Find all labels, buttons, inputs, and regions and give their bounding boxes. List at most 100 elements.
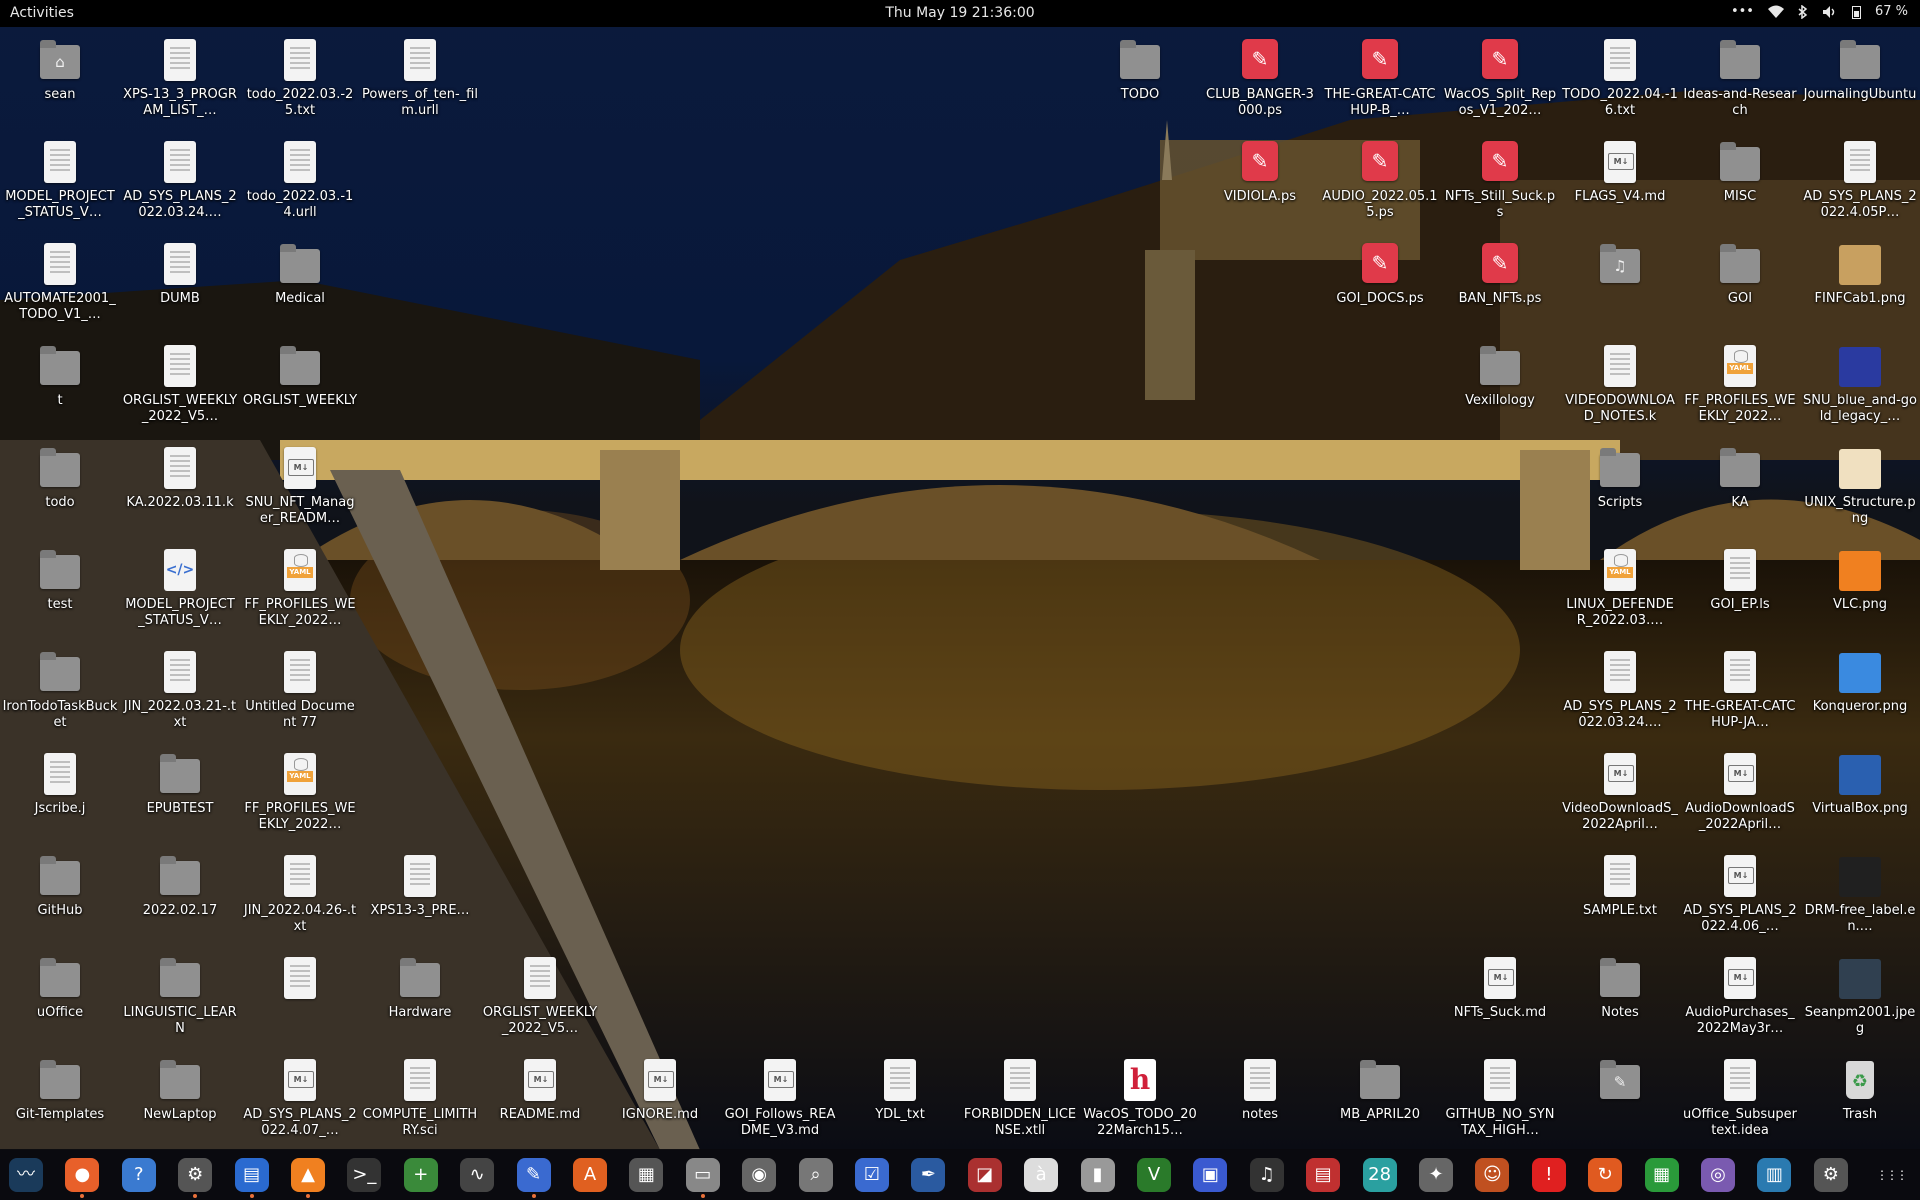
desktop-icon-orglist-weekly-2022-v5[interactable]: ORGLIST_WEEKLY_2022_V5… [482,953,598,1049]
desktop-icon-powers-of-ten-film-urll[interactable]: Powers_of_ten-_film.urll [362,35,478,131]
dock-system-monitor-icon[interactable]: 〰 [9,1158,43,1192]
desktop-icon-linguistic-learn[interactable]: LINGUISTIC_LEARN [122,953,238,1049]
bluetooth-icon[interactable] [1798,4,1808,19]
desktop-icon-ad-sys-plans-2022-4-07[interactable]: M↓ AD_SYS_PLANS_2022.4.07_… [242,1055,358,1151]
desktop-icon-goi-ep-ls[interactable]: GOI_EP.ls [1682,545,1798,641]
dock-ubuntu-updater-icon[interactable]: ↻ [1588,1158,1623,1192]
dock-spreadsheet-icon[interactable]: ▦ [1644,1158,1679,1192]
desktop-icon-vexillology[interactable]: Vexillology [1442,341,1558,437]
desktop-icon-readme-md[interactable]: M↓ README.md [482,1055,598,1151]
desktop-icon-sample-txt[interactable]: SAMPLE.txt [1562,851,1678,947]
desktop-icon-ignore-md[interactable]: M↓ IGNORE.md [602,1055,718,1151]
desktop-icon-audiodownloads-2022april[interactable]: M↓ AudioDownloadS_2022April… [1682,749,1798,845]
dock-charts-app-icon[interactable]: ▥ [1757,1158,1792,1192]
dock-calendar-icon[interactable]: 28 [1362,1158,1397,1192]
dock-screenshot-icon[interactable]: ◪ [967,1158,1002,1192]
battery-icon[interactable] [1851,5,1861,19]
desktop-icon-nfts-suck-md[interactable]: M↓ NFTs_Suck.md [1442,953,1558,1049]
dock-help-icon[interactable]: ? [121,1158,156,1192]
desktop-icon-club-banger-3000-ps[interactable]: ✎ CLUB_BANGER-3000.ps [1202,35,1318,131]
desktop-icon-icon[interactable] [242,953,358,1049]
desktop-icon-the-great-catchup-b[interactable]: ✎ THE-GREAT-CATCHUP-B_… [1322,35,1438,131]
dock-vim-icon[interactable]: V [1137,1158,1171,1192]
desktop-icon-todo-2022-03-14-urll[interactable]: todo_2022.03.-14.urll [242,137,358,233]
dock-files-icon[interactable]: ▭ [685,1158,720,1198]
wifi-icon[interactable] [1767,5,1784,19]
desktop-icon-wacos-split-repos-v1-202[interactable]: ✎ WacOS_Split_Repos_V1_202… [1442,35,1558,131]
desktop-icon-audiopurchases-2022may3r[interactable]: M↓ AudioPurchases_2022May3r… [1682,953,1798,1049]
dock-remote-desktop-icon[interactable]: ▣ [1193,1158,1228,1192]
dock-vlc-icon[interactable]: ▲ [291,1158,325,1198]
dock-calculator-icon[interactable]: ▦ [629,1158,664,1192]
desktop-icon-github[interactable]: GitHub [2,851,118,947]
desktop-icon-compute-limithry-sci[interactable]: COMPUTE_LIMITHRY.sci [362,1055,478,1151]
desktop-icon-uoffice-subsupertext-idea[interactable]: uOffice_Subsupertext.idea [1682,1055,1798,1151]
desktop-icon-xps13-3-pre[interactable]: XPS13-3_PRE… [362,851,478,947]
overflow-menu-icon[interactable]: ••• [1731,4,1754,19]
dock-software-center-icon[interactable]: A [573,1158,607,1192]
dock-pdf-viewer-icon[interactable]: ▤ [1306,1158,1341,1192]
desktop-icon-github-no-syntax-high[interactable]: GITHUB_NO_SYNTAX_HIGH… [1442,1055,1558,1151]
desktop-icon-ad-sys-plans-2022-4-06[interactable]: M↓ AD_SYS_PLANS_2022.4.06_… [1682,851,1798,947]
desktop-icon-xps-13-3-program-list[interactable]: XPS-13_3_PROGRAM_LIST_… [122,35,238,131]
desktop-icon-notes[interactable]: Notes [1562,953,1678,1049]
dock-camera-app-icon[interactable]: ◎ [1701,1158,1735,1192]
desktop-icon-untitled-document-77[interactable]: Untitled Document 77 [242,647,358,743]
desktop-icon-notes[interactable]: notes [1202,1055,1318,1151]
dock-firefox-icon[interactable]: ● [65,1158,100,1198]
desktop-icon-snu-blue-and-gold-legacy[interactable]: SNU_blue_and-gold_legacy_… [1802,341,1918,437]
dock-system-tool-icon[interactable]: ⚙ [1813,1158,1848,1192]
system-tray[interactable]: ••• 67 % [1731,4,1908,19]
desktop-icon-ban-nfts-ps[interactable]: ✎ BAN_NFTs.ps [1442,239,1558,335]
desktop-icon-nfts-still-suck-ps[interactable]: ✎ NFTs_Still_Suck.ps [1442,137,1558,233]
desktop-icon-drm-free-label-en[interactable]: DRM-free_label.en.… [1802,851,1918,947]
desktop-icon-ka-2022-03-11-k[interactable]: KA.2022.03.11.k [122,443,238,539]
desktop-icon-todo[interactable]: todo [2,443,118,539]
desktop-icon-virtualbox-png[interactable]: VirtualBox.png [1802,749,1918,845]
desktop-icon-wacos-todo-2022march15[interactable]: h WacOS_TODO_2022March15… [1082,1055,1198,1151]
desktop-icon-model-project-status-v[interactable]: MODEL_PROJECT_STATUS_V… [2,137,118,233]
desktop-icon-flags-v4-md[interactable]: M↓ FLAGS_V4.md [1562,137,1678,233]
desktop-icon-videodownloads-2022april[interactable]: M↓ VideoDownloadS_2022April… [1562,749,1678,845]
dock-inkscape-icon[interactable]: ✒ [911,1158,946,1192]
desktop-icon-orglist-weekly[interactable]: ORGLIST_WEEKLY [242,341,358,437]
desktop-icon-trash[interactable]: ♻ Trash [1802,1055,1918,1151]
dock-graph-app-icon[interactable]: ∿ [460,1158,495,1192]
desktop-icon-videodownload-notes-k[interactable]: VIDEODOWNLOAD_NOTES.k [1562,341,1678,437]
desktop-icon-ff-profiles-weekly-2022[interactable]: YAML FF_PROFILES_WEEKLY_2022… [1682,341,1798,437]
desktop-icon-medical[interactable]: Medical [242,239,358,335]
desktop-icon-irontodotaskbucket[interactable]: IronTodoTaskBucket [2,647,118,743]
desktop-icon-model-project-status-v[interactable]: </> MODEL_PROJECT_STATUS_V… [122,545,238,641]
desktop-icon-icon[interactable]: ♫ [1562,239,1678,335]
desktop-icon-automate2001-todo-v1[interactable]: AUTOMATE2001_TODO_V1_… [2,239,118,335]
desktop-icon-epubtest[interactable]: EPUBTEST [122,749,238,845]
desktop[interactable]: ⌂ sean XPS-13_3_PROGRAM_LIST_… todo_2022.03… [0,27,1920,1149]
activities-button[interactable]: Activities [10,5,74,21]
desktop-icon-snu-nft-manager-readm[interactable]: M↓ SNU_NFT_Manager_READM… [242,443,358,539]
desktop-icon-vidiola-ps[interactable]: ✎ VIDIOLA.ps [1202,137,1318,233]
desktop-icon-todo-2022-03-25-txt[interactable]: todo_2022.03.-25.txt [242,35,358,131]
desktop-icon-jscribe-j[interactable]: Jscribe.j [2,749,118,845]
desktop-icon-scripts[interactable]: Scripts [1562,443,1678,539]
desktop-icon-unix-structure-png[interactable]: UNIX_Structure.png [1802,443,1918,539]
desktop-icon-ff-profiles-weekly-2022[interactable]: YAML FF_PROFILES_WEEKLY_2022… [242,545,358,641]
desktop-icon-git-templates[interactable]: Git-Templates [2,1055,118,1151]
desktop-icon-ad-sys-plans-2022-03-24[interactable]: AD_SYS_PLANS_2022.03.24.… [122,137,238,233]
dock-alert-app-icon[interactable]: ! [1531,1158,1566,1192]
desktop-icon-audio-2022-05-15-ps[interactable]: ✎ AUDIO_2022.05.15.ps [1322,137,1438,233]
desktop-icon-the-great-catchup-ja[interactable]: THE-GREAT-CATCHUP-JA… [1682,647,1798,743]
desktop-icon-ad-sys-plans-2022-03-24[interactable]: AD_SYS_PLANS_2022.03.24.… [1562,647,1678,743]
dock-show-applications-icon[interactable]: ⋮⋮⋮ [1874,1158,1908,1192]
dock-archive-manager-icon[interactable]: ▮ [1080,1158,1115,1192]
dock-character-map-icon[interactable]: à [1024,1158,1059,1192]
desktop-icon-icon[interactable]: ✎ [1562,1055,1678,1151]
desktop-icon-vlc-png[interactable]: VLC.png [1802,545,1918,641]
dock-gimp-icon[interactable]: ✦ [1419,1158,1453,1192]
desktop-icon-konqueror-png[interactable]: Konqueror.png [1802,647,1918,743]
desktop-icon-goi[interactable]: GOI [1682,239,1798,335]
desktop-icon-mb-april20[interactable]: MB_APRIL20 [1322,1055,1438,1151]
dock-settings-icon[interactable]: ⚙ [178,1158,213,1198]
desktop-icon-sean[interactable]: ⌂ sean [2,35,118,131]
dock-image-viewer-icon[interactable]: ⌕ [798,1158,833,1192]
desktop-icon-misc[interactable]: MISC [1682,137,1798,233]
